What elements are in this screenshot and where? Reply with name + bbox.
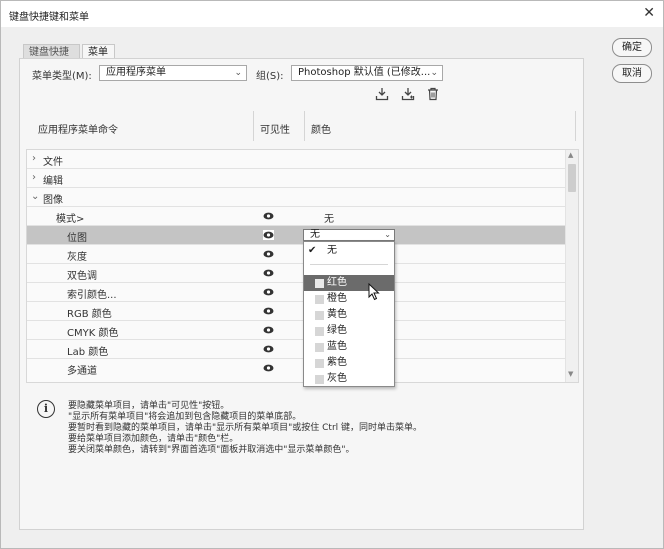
option-label: 蓝色 bbox=[327, 341, 347, 352]
collapse-icon[interactable]: ⌄ bbox=[31, 191, 39, 202]
scroll-thumb[interactable] bbox=[568, 164, 576, 192]
trash-icon[interactable] bbox=[426, 87, 440, 101]
eye-icon[interactable] bbox=[263, 287, 274, 297]
menu-divider bbox=[310, 264, 388, 265]
option-label: 紫色 bbox=[327, 357, 347, 368]
color-option-red[interactable]: 红色 bbox=[304, 275, 394, 291]
menu-item-label: 编辑 bbox=[43, 176, 63, 187]
color-option-gray[interactable]: 灰色 bbox=[304, 371, 394, 387]
menu-type-label: 菜单类型(M): bbox=[32, 71, 92, 82]
window-title: 键盘快捷键和菜单 bbox=[9, 12, 89, 23]
mouse-cursor-icon bbox=[368, 283, 380, 301]
title-bar: 键盘快捷键和菜单 ✕ bbox=[1, 1, 663, 27]
menu-item-label: 文件 bbox=[43, 157, 63, 168]
set-select[interactable]: Photoshop 默认值 (已修改... ⌄ bbox=[291, 65, 443, 81]
menu-item-label: 索引颜色... bbox=[67, 290, 117, 301]
cancel-button[interactable]: 取消 bbox=[612, 64, 652, 83]
color-option-none[interactable]: ✔ 无 bbox=[304, 243, 394, 259]
menu-item-label: 双色调 bbox=[67, 271, 97, 282]
eye-icon[interactable] bbox=[263, 325, 274, 335]
dialog-window: 键盘快捷键和菜单 ✕ 确定 取消 键盘快捷键 菜单 菜单类型(M): 应用程序菜… bbox=[0, 0, 664, 549]
ok-button[interactable]: 确定 bbox=[612, 38, 652, 57]
scroll-down-icon[interactable]: ▼ bbox=[568, 370, 573, 378]
menu-item-label: RGB 颜色 bbox=[67, 309, 112, 320]
list-item[interactable]: › 编辑 bbox=[27, 169, 565, 188]
color-swatch bbox=[315, 279, 324, 288]
list-item[interactable]: 双色调 bbox=[27, 264, 565, 283]
column-header-command: 应用程序菜单命令 bbox=[38, 125, 118, 136]
list-item[interactable]: CMYK 颜色 bbox=[27, 321, 565, 340]
column-header-color: 颜色 bbox=[311, 125, 331, 136]
list-item[interactable]: Lab 颜色 bbox=[27, 340, 565, 359]
list-item[interactable]: RGB 颜色 bbox=[27, 302, 565, 321]
color-swatch bbox=[315, 327, 324, 336]
expand-icon[interactable]: › bbox=[32, 153, 36, 164]
menu-item-label: 灰度 bbox=[67, 252, 87, 263]
menu-item-label: 多通道 bbox=[67, 366, 97, 377]
color-option-yellow[interactable]: 黄色 bbox=[304, 307, 394, 323]
expand-icon[interactable]: › bbox=[32, 172, 36, 183]
option-label: 黄色 bbox=[327, 309, 347, 320]
menu-type-value: 应用程序菜单 bbox=[106, 67, 166, 78]
option-label: 灰色 bbox=[327, 373, 347, 384]
menu-item-label: 模式> bbox=[56, 214, 85, 225]
color-swatch bbox=[315, 295, 324, 304]
menu-item-label: 位图 bbox=[67, 233, 87, 244]
eye-icon[interactable] bbox=[263, 249, 274, 259]
color-select-value: 无 bbox=[310, 229, 320, 240]
menu-item-label: 图像 bbox=[43, 195, 63, 206]
option-label: 红色 bbox=[327, 277, 347, 288]
chevron-down-icon: ⌄ bbox=[430, 68, 438, 78]
eye-icon[interactable] bbox=[263, 211, 274, 221]
eye-icon[interactable] bbox=[263, 230, 274, 240]
eye-icon[interactable] bbox=[263, 306, 274, 316]
save-set-icon[interactable] bbox=[375, 87, 389, 101]
color-option-violet[interactable]: 紫色 bbox=[304, 355, 394, 371]
column-header-visibility: 可见性 bbox=[260, 125, 290, 136]
menu-type-select[interactable]: 应用程序菜单 ⌄ bbox=[99, 65, 247, 81]
set-label: 组(S): bbox=[256, 71, 284, 82]
color-swatch bbox=[315, 375, 324, 384]
list-item[interactable]: 索引颜色... bbox=[27, 283, 565, 302]
tab-keyboard-shortcuts[interactable]: 键盘快捷键 bbox=[23, 44, 80, 73]
color-swatch bbox=[315, 359, 324, 368]
color-swatch bbox=[315, 343, 324, 352]
list-scrollbar[interactable]: ▲ ▼ bbox=[565, 150, 578, 382]
eye-icon[interactable] bbox=[263, 363, 274, 373]
info-icon: i bbox=[37, 400, 55, 418]
tab-menus[interactable]: 菜单 bbox=[82, 44, 115, 59]
color-value[interactable]: 无 bbox=[324, 210, 334, 225]
checkmark-icon: ✔ bbox=[308, 245, 317, 256]
menu-item-label: Lab 颜色 bbox=[67, 347, 109, 358]
option-label: 无 bbox=[327, 245, 337, 256]
list-item[interactable]: 多通道 bbox=[27, 359, 565, 378]
save-set-as-icon[interactable] bbox=[401, 87, 415, 101]
column-divider bbox=[253, 111, 254, 141]
color-swatch bbox=[315, 311, 324, 320]
option-label: 绿色 bbox=[327, 325, 347, 336]
option-label: 橙色 bbox=[327, 293, 347, 304]
color-dropdown-menu: ✔ 无 红色 橙色 黄色 绿色 蓝色 紫色 灰色 bbox=[303, 241, 395, 387]
list-item[interactable]: ⌄ 图像 bbox=[27, 188, 565, 207]
list-item-selected[interactable]: 位图 bbox=[27, 226, 565, 245]
color-option-orange[interactable]: 橙色 bbox=[304, 291, 394, 307]
list-item[interactable]: 灰度 bbox=[27, 245, 565, 264]
color-select[interactable]: 无 ⌄ bbox=[303, 229, 395, 241]
close-icon[interactable]: ✕ bbox=[643, 5, 655, 21]
column-divider bbox=[575, 111, 576, 141]
set-value: Photoshop 默认值 (已修改... bbox=[298, 67, 431, 78]
list-item[interactable]: › 文件 bbox=[27, 150, 565, 169]
column-divider bbox=[304, 111, 305, 141]
chevron-down-icon: ⌄ bbox=[234, 68, 242, 78]
eye-icon[interactable] bbox=[263, 344, 274, 354]
menu-item-label: CMYK 颜色 bbox=[67, 328, 119, 339]
scroll-up-icon[interactable]: ▲ bbox=[568, 151, 573, 159]
eye-icon[interactable] bbox=[263, 268, 274, 278]
color-option-blue[interactable]: 蓝色 bbox=[304, 339, 394, 355]
chevron-down-icon: ⌄ bbox=[384, 230, 391, 239]
info-text-line: 要关闭菜单颜色，请转到"界面首选项"面板并取消选中"显示菜单颜色"。 bbox=[68, 445, 355, 455]
color-option-green[interactable]: 绿色 bbox=[304, 323, 394, 339]
list-item[interactable]: 模式> 无 bbox=[27, 207, 565, 226]
